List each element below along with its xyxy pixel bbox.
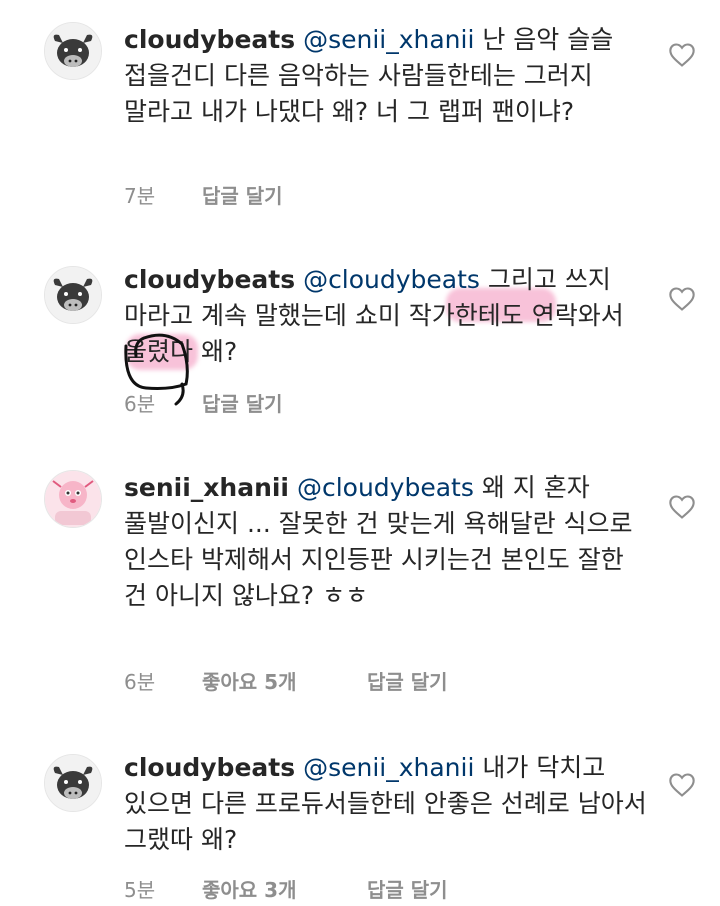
- mention-link[interactable]: @cloudybeats: [297, 473, 474, 502]
- likes-count[interactable]: 좋아요 3개: [202, 874, 367, 903]
- comment-meta: 6분 좋아요 5개 답글 달기: [124, 666, 448, 695]
- bull-avatar-icon[interactable]: [44, 22, 102, 80]
- comment-text: cloudybeats @senii_xhanii 난 음악 슬슬 접을건디 다…: [124, 22, 654, 130]
- username[interactable]: senii_xhanii: [124, 473, 289, 502]
- username[interactable]: cloudybeats: [124, 25, 295, 54]
- reply-button[interactable]: 답글 달기: [367, 874, 448, 903]
- heart-outline-icon[interactable]: [668, 772, 696, 798]
- reply-button[interactable]: 답글 달기: [202, 180, 283, 209]
- comment-meta: 6분 답글 달기: [124, 388, 283, 417]
- heart-outline-icon[interactable]: [668, 286, 696, 312]
- mention-link[interactable]: @cloudybeats: [303, 265, 480, 294]
- comment-text: senii_xhanii @cloudybeats 왜 지 혼자 풀발이신지 .…: [124, 470, 654, 614]
- comment-meta: 5분 좋아요 3개 답글 달기: [124, 874, 448, 903]
- comment-text: cloudybeats @senii_xhanii 내가 닥치고 있으면 다른 …: [124, 750, 654, 858]
- reply-button[interactable]: 답글 달기: [202, 388, 283, 417]
- comment-meta: 7분 답글 달기: [124, 180, 283, 209]
- timestamp: 5분: [124, 878, 156, 902]
- username[interactable]: cloudybeats: [124, 753, 295, 782]
- reply-button[interactable]: 답글 달기: [367, 666, 448, 695]
- bull-avatar-icon[interactable]: [44, 754, 102, 812]
- username[interactable]: cloudybeats: [124, 265, 295, 294]
- mention-link[interactable]: @senii_xhanii: [303, 25, 474, 54]
- likes-count[interactable]: 좋아요 5개: [202, 666, 367, 695]
- mention-link[interactable]: @senii_xhanii: [303, 753, 474, 782]
- pink-character-avatar-icon[interactable]: [44, 470, 102, 528]
- heart-outline-icon[interactable]: [668, 42, 696, 68]
- comment-text: cloudybeats @cloudybeats 그리고 쓰지 마라고 계속 말…: [124, 262, 654, 370]
- timestamp: 7분: [124, 184, 156, 208]
- timestamp: 6분: [124, 392, 156, 416]
- heart-outline-icon[interactable]: [668, 494, 696, 520]
- timestamp: 6분: [124, 670, 156, 694]
- bull-avatar-icon[interactable]: [44, 266, 102, 324]
